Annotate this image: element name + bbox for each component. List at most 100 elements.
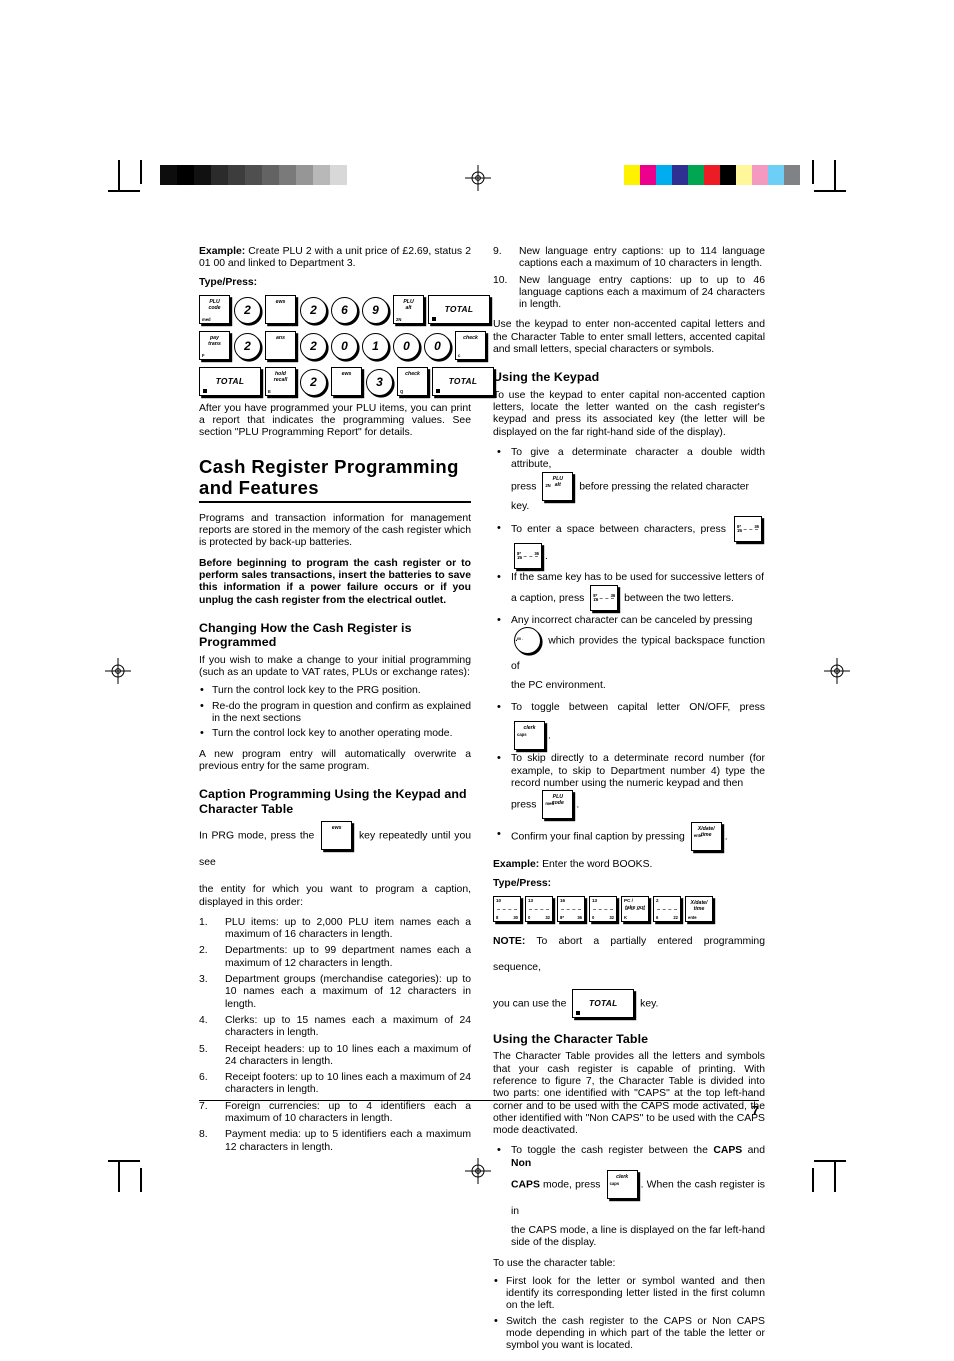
register-key-3-1[interactable]: TOTAL <box>199 366 261 396</box>
books-key-7[interactable]: X/date/time ente <box>685 895 713 922</box>
key-digit: 2 <box>244 303 251 318</box>
entity-item-index: 1. <box>199 916 208 928</box>
key-label: pay trans <box>208 334 221 347</box>
books-key-4[interactable]: 13 0 32 <box>589 895 617 922</box>
color-swatch-10 <box>784 165 800 185</box>
space-key-icon-2[interactable]: 16 8* 36 <box>514 542 542 569</box>
key-digit: 2 <box>310 339 317 354</box>
register-key-2-6[interactable]: 1 <box>362 332 389 360</box>
use-keypad-paragraph: Use the keypad to enter non-accented cap… <box>493 319 765 356</box>
register-key-1-4[interactable]: 2 <box>300 296 327 324</box>
b6-press-label: press <box>511 799 537 811</box>
to-use-keypad-paragraph: To use the keypad to enter capital non-a… <box>493 389 765 438</box>
register-key-1-6[interactable]: 9 <box>362 296 389 324</box>
key-corner-bl: ente <box>688 914 697 920</box>
key-label: ans <box>276 334 285 341</box>
key-corner-bl: 8 <box>496 914 499 920</box>
entity-item-text: Departments: up to 99 department names e… <box>225 945 471 969</box>
entity-item-text: Clerks: up to 15 names each a maximum of… <box>225 1014 471 1039</box>
plu-code-key-icon[interactable]: PLU code med <box>542 790 574 820</box>
register-key-1-5[interactable]: 6 <box>331 296 358 324</box>
register-key-2-8[interactable]: 0 <box>424 332 451 360</box>
greyscale-calibration-bar <box>160 165 364 185</box>
register-key-2-5[interactable]: 0 <box>331 332 358 360</box>
grey-swatch-4 <box>228 165 245 185</box>
color-calibration-bar <box>624 165 800 185</box>
right-example-text: Enter the word BOOKS. <box>542 859 653 871</box>
clerk-caps-key-icon[interactable]: clerk caps <box>514 721 545 751</box>
books-key-1[interactable]: 10 8 30 <box>493 895 521 922</box>
register-key-1-1[interactable]: PLU code med <box>199 294 230 324</box>
total-key-icon[interactable]: TOTAL <box>572 988 635 1018</box>
key-digit: 0 <box>403 339 410 354</box>
registration-target-icon-left <box>105 658 131 684</box>
key-marker <box>203 388 207 393</box>
register-key-2-3[interactable]: ans <box>265 330 296 360</box>
clerk-caps-key-icon-2[interactable]: clerk caps <box>606 1170 638 1199</box>
backspace-key-icon[interactable]: · 00 . <box>514 626 541 654</box>
key-label: ews <box>275 298 286 305</box>
grey-swatch-2 <box>194 165 211 185</box>
books-key-6[interactable]: 2 6 22 <box>653 895 681 922</box>
entity-numbered-list: 1. PLU items: up to 2,000 PLU item names … <box>199 917 471 1154</box>
key-row-2: pay trans F 2 ans 2 0 1 0 0 check c <box>199 330 486 360</box>
books-key-3[interactable]: 16 8* 36 <box>557 895 585 922</box>
entity-item-index: 9. <box>493 246 502 257</box>
grey-swatch-8 <box>296 165 313 185</box>
register-key-1-3[interactable]: ews <box>265 294 296 324</box>
keypad-bullet-list: To give a determinate character a double… <box>493 446 765 852</box>
crop-mark-br-v <box>834 1160 836 1192</box>
crop-mark-br2 <box>812 1168 814 1192</box>
grey-swatch-0 <box>160 165 177 185</box>
grey-swatch-5 <box>245 165 262 185</box>
key-digit: 0 <box>341 339 348 354</box>
register-key-3-3[interactable]: 2 <box>300 368 327 396</box>
char-table-paragraph: The Character Table provides all the let… <box>493 1051 765 1137</box>
key-corner-bl: Q <box>400 388 404 394</box>
register-key-1-8[interactable]: TOTAL <box>428 294 490 324</box>
register-key-3-5[interactable]: 3 <box>366 368 393 396</box>
total-key-label: TOTAL <box>588 998 618 1009</box>
register-key-1-2[interactable]: 2 <box>234 296 261 324</box>
space-key-icon-3[interactable]: 16 8* 36 <box>590 584 619 611</box>
register-key-2-9[interactable]: check c <box>455 330 486 360</box>
register-key-3-4[interactable]: ews <box>331 366 362 396</box>
books-key-2[interactable]: 13 0 32 <box>525 895 553 922</box>
ews-key-icon[interactable]: ews <box>321 821 353 851</box>
register-key-1-7[interactable]: PLU alt 2N <box>393 294 424 324</box>
crop-mark-br-h <box>814 1160 846 1162</box>
space-key-icon-1[interactable]: 16 8* 36 <box>734 515 762 542</box>
key-corner-br: 32 <box>609 914 614 920</box>
key-corner-br: 36 <box>577 914 582 920</box>
before-beginning-paragraph: Before beginning to program the cash reg… <box>199 557 471 606</box>
crop-mark-bl-v <box>118 1160 120 1192</box>
register-key-2-1[interactable]: pay trans F <box>199 330 230 360</box>
heading-changing-how: Changing How the Cash Register is Progra… <box>199 620 412 650</box>
key-row-1: PLU code med 2 ews 2 6 9 PLU alt 2N TOTAL <box>199 294 490 324</box>
ews-key-label: ews <box>331 825 342 832</box>
xdate-time-key-icon[interactable]: X/date/time ente <box>690 822 722 852</box>
register-key-2-4[interactable]: 2 <box>300 332 327 360</box>
register-key-3-6[interactable]: check Q <box>397 366 428 396</box>
register-key-2-2[interactable]: 2 <box>234 332 261 360</box>
key-label: PLU alt <box>403 298 414 311</box>
page-title: Cash Register Programming and Features <box>199 455 459 498</box>
changing-bullet-1: Turn the control lock key to the PRG pos… <box>199 684 471 697</box>
bullet-double-width: To give a determinate character a double… <box>493 446 765 513</box>
if-you-wish-paragraph: If you wish to make a change to your ini… <box>199 654 471 679</box>
register-key-3-7[interactable]: TOTAL <box>432 366 494 396</box>
key-digit: 2 <box>310 303 317 318</box>
key-label: check <box>405 370 420 377</box>
books-key-5[interactable]: take out PC / K <box>621 895 649 922</box>
entity-item-text: New language entry captions: up to 114 l… <box>519 246 765 270</box>
register-key-2-7[interactable]: 0 <box>393 332 420 360</box>
key-label: check <box>463 334 478 341</box>
right-example-label: Example: <box>493 859 540 871</box>
key-digit: 0 <box>434 339 441 354</box>
example-label: Example: <box>199 246 246 257</box>
note-post-label: key. <box>640 998 659 1010</box>
key-corner-bl: 8* <box>560 914 564 920</box>
key-sequence-diagram: PLU code med 2 ews 2 6 9 PLU alt 2N TOTAL pay trans F 2… <box>199 294 494 396</box>
register-key-3-2[interactable]: hold recall E <box>265 366 296 396</box>
plu-alt-key-icon[interactable]: PLU alt 2N <box>542 471 574 501</box>
